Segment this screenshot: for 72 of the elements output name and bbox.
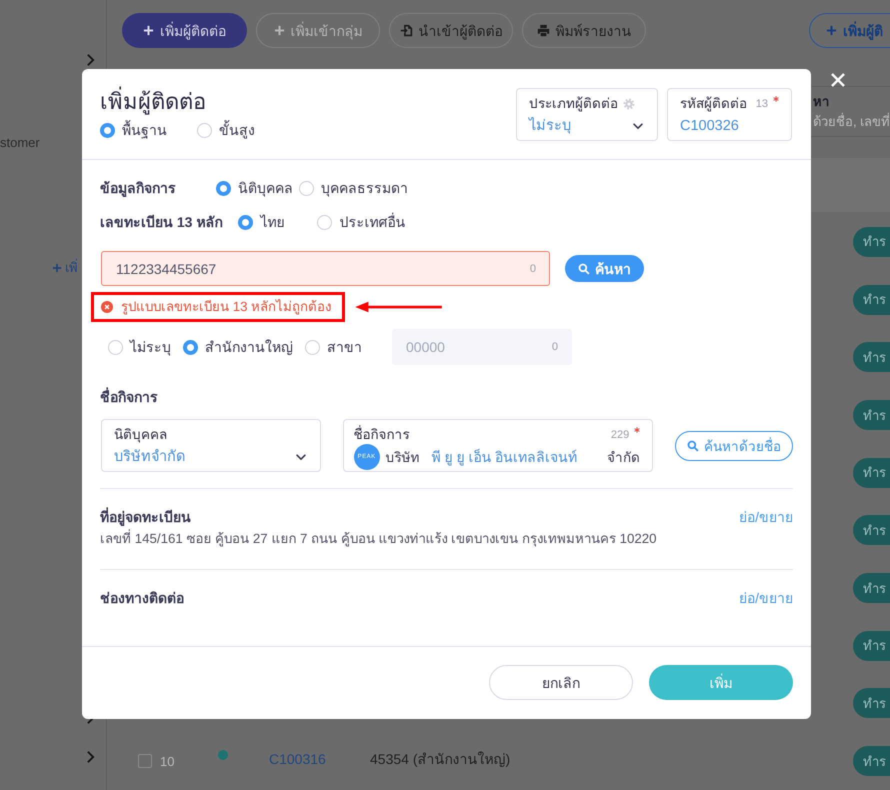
- close-icon[interactable]: [830, 72, 846, 88]
- row-checkbox[interactable]: [138, 754, 152, 768]
- character-counter: 13: [756, 97, 768, 111]
- action-button[interactable]: ทำร: [853, 746, 890, 776]
- field-label: เลขทะเบียน 13 หลัก: [100, 213, 222, 232]
- contact-code-field[interactable]: รหัสผู้ติดต่อ 13 C100326: [667, 88, 792, 141]
- field-label: ประเภทผู้ติดต่อ: [529, 95, 618, 114]
- action-button[interactable]: ทำร: [853, 458, 890, 488]
- toolbar-button[interactable]: เพิ่มผู้ติดต่อ: [122, 13, 247, 48]
- field-value: พี ยู ยู เอ็น อินเทลลิเจนท์: [432, 448, 578, 468]
- toolbar-button[interactable]: นำเข้าผู้ติดต่อ: [389, 13, 513, 48]
- search-button[interactable]: ค้นหา: [565, 255, 644, 282]
- import-icon: [400, 24, 412, 37]
- section-title: ที่อยู่จดทะเบียน: [100, 506, 191, 528]
- action-button[interactable]: ทำร: [853, 342, 890, 372]
- section-label: ชื่อกิจการ: [100, 387, 158, 407]
- radio-option[interactable]: สำนักงานใหญ่: [183, 337, 293, 357]
- field-value: บริษัทจำกัด: [114, 448, 185, 467]
- toolbar-button[interactable]: พิมพ์รายงาน: [522, 13, 646, 48]
- field-label: ข้อมูลกิจการ: [100, 179, 177, 199]
- section-title: ช่องทางติดต่อ: [100, 589, 184, 608]
- search-icon: [578, 262, 590, 274]
- search-field[interactable]: ด้วยชื่อ, เลขที่: [813, 111, 890, 131]
- action-button[interactable]: ทำร: [853, 515, 890, 546]
- radio-option[interactable]: พื้นฐาน: [100, 120, 167, 140]
- radio-option[interactable]: ไม่ระบุ: [108, 337, 171, 357]
- collapse-toggle-link[interactable]: ย่อ/ขยาย: [739, 507, 793, 527]
- radio-option[interactable]: ไทย: [238, 212, 312, 232]
- field-label: รหัสผู้ติดต่อ: [680, 95, 747, 114]
- radio-option[interactable]: นิติบุคคล: [216, 178, 293, 198]
- dialog-title: เพิ่มผู้ติดต่อ: [100, 87, 206, 117]
- error-icon: [101, 301, 113, 313]
- field-value: C100326: [680, 117, 739, 136]
- field-label: ชื่อกิจการ: [354, 425, 410, 444]
- radio-option[interactable]: ขั้นสูง: [197, 120, 255, 140]
- search-icon: [687, 440, 700, 452]
- action-button[interactable]: ทำร: [853, 226, 890, 257]
- chevron-right-icon[interactable]: [86, 750, 95, 764]
- chevron-right-icon[interactable]: [86, 53, 95, 67]
- action-button[interactable]: ทำร: [853, 284, 890, 315]
- toolbar-button[interactable]: เพิ่มผู้ติ: [809, 13, 890, 48]
- action-button[interactable]: ทำร: [853, 573, 890, 604]
- field-value: ไม่ระบุ: [529, 116, 571, 136]
- menu-item-label[interactable]: stomer: [0, 135, 40, 151]
- character-counter: 0: [552, 340, 558, 354]
- plus-icon: [52, 263, 62, 273]
- action-button[interactable]: ทำร: [853, 688, 890, 718]
- column-header: หา: [813, 93, 829, 111]
- plus-icon: [826, 25, 837, 36]
- character-counter: 0: [530, 262, 536, 276]
- character-counter: 229: [610, 428, 630, 442]
- dialog-button[interactable]: เพิ่ม: [649, 665, 793, 700]
- table-cell-text: 45354 (สำนักงานใหญ่): [370, 750, 510, 770]
- radio-option[interactable]: ประเทศอื่น: [317, 212, 406, 232]
- error-message: รูปแบบเลขทะเบียน 13 หลักไม่ถูกต้อง: [121, 298, 332, 316]
- row-number: 10: [160, 754, 176, 769]
- dialog-button[interactable]: ยกเลิก: [489, 665, 633, 700]
- radio-option[interactable]: สาขา: [305, 337, 362, 357]
- entity-type-dropdown[interactable]: นิติบุคคล บริษัทจำกัด: [101, 419, 321, 472]
- address-text: เลขที่ 145/161 ซอย คู้บอน 27 แยก 7 ถนน คู้บอน แขวงท่าแร้ง เขตบางเขน กรุงเทพมหานคร 10220: [100, 528, 658, 548]
- action-button[interactable]: ทำร: [853, 400, 890, 430]
- plus-icon: [274, 25, 284, 36]
- name-suffix: จำกัด: [607, 449, 640, 467]
- search-by-name-button[interactable]: ค้นหาด้วยชื่อ: [675, 430, 793, 460]
- printer-icon: [536, 24, 550, 37]
- action-button[interactable]: ทำร: [853, 630, 890, 661]
- contact-type-dropdown[interactable]: ประเภทผู้ติดต่อ ไม่ระบุ: [516, 88, 658, 141]
- collapse-toggle-link[interactable]: ย่อ/ขยาย: [739, 588, 793, 608]
- name-prefix: บริษัท: [386, 449, 420, 467]
- plus-icon: [143, 25, 154, 36]
- radio-option[interactable]: บุคคลธรรมดา: [299, 178, 408, 198]
- field-label: นิติบุคคล: [114, 426, 167, 444]
